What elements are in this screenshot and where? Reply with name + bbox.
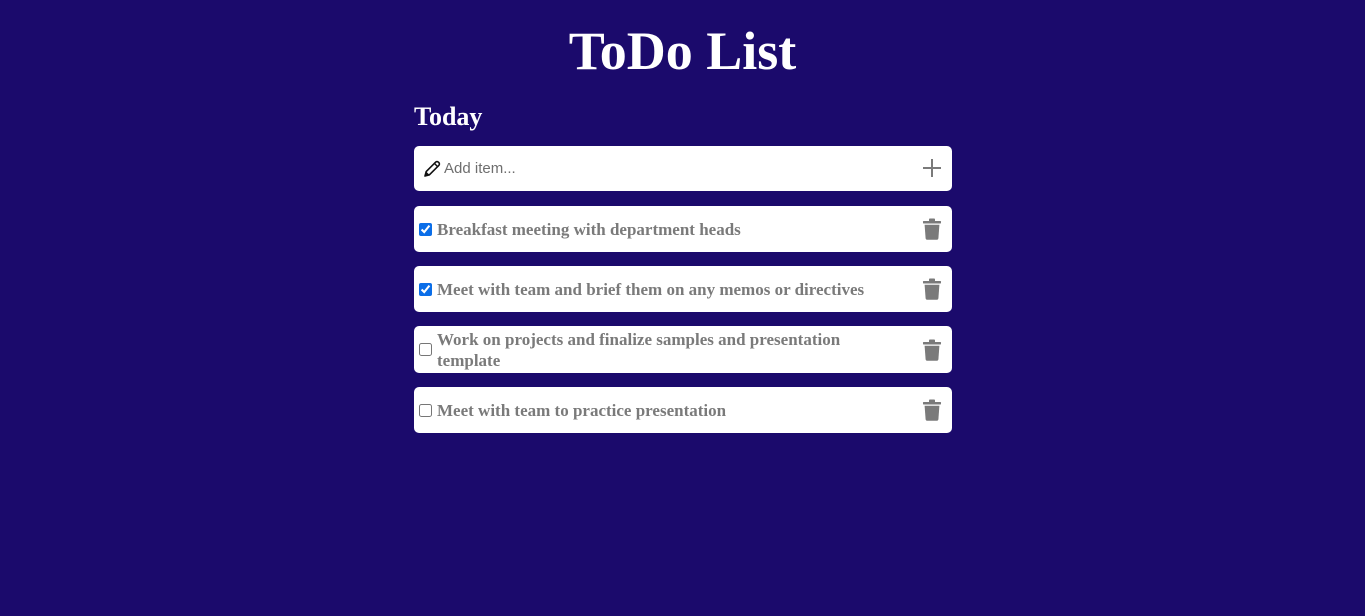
plus-icon[interactable]	[922, 158, 942, 178]
todo-item: Meet with team to practice presentation	[414, 387, 952, 433]
item-text: Meet with team to practice presentation	[437, 400, 727, 420]
todo-item: Meet with team and brief them on any mem…	[414, 266, 952, 312]
item-checkbox[interactable]	[419, 403, 432, 417]
add-item-bar	[414, 146, 952, 191]
section-title: Today	[414, 102, 483, 131]
item-text: Meet with team and brief them on any mem…	[437, 279, 865, 299]
item-checkbox[interactable]	[419, 343, 432, 356]
todo-item: Work on projects and finalize samples an…	[414, 326, 952, 373]
item-text: Breakfast meeting with department heads	[437, 219, 741, 239]
item-text: Work on projects and finalize samples an…	[437, 329, 841, 370]
pencil-icon	[424, 160, 441, 177]
page-title: ToDo List	[568, 21, 797, 81]
item-checkbox[interactable]	[419, 222, 432, 236]
trash-icon[interactable]	[922, 278, 942, 300]
trash-icon[interactable]	[922, 339, 942, 361]
todo-item: Breakfast meeting with department heads	[414, 206, 952, 252]
item-checkbox[interactable]	[419, 282, 432, 296]
trash-icon[interactable]	[922, 218, 942, 240]
trash-icon[interactable]	[922, 399, 942, 421]
add-item-input[interactable]	[444, 154, 904, 182]
